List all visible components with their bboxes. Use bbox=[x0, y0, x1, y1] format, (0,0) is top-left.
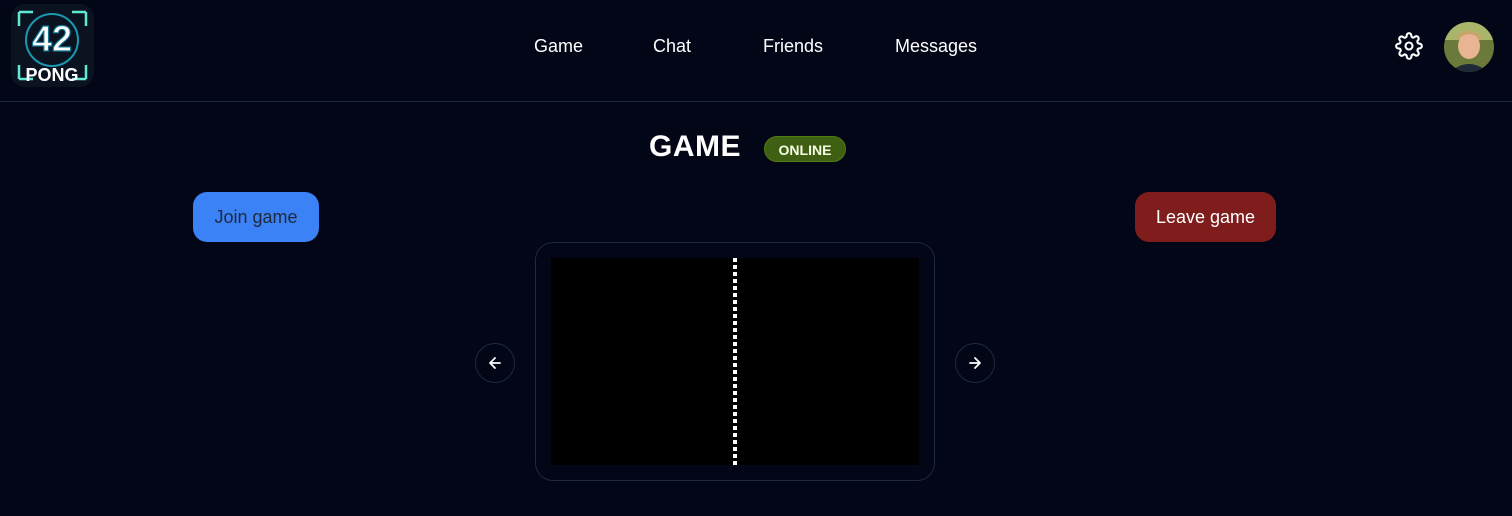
app-logo[interactable]: 42 PONG bbox=[11, 4, 94, 87]
top-navbar: 42 PONG Game Chat Friends Messages bbox=[0, 0, 1512, 102]
nav-chat[interactable]: Chat bbox=[653, 36, 691, 57]
nav-friends[interactable]: Friends bbox=[763, 36, 823, 57]
gear-icon[interactable] bbox=[1395, 32, 1423, 60]
nav-messages[interactable]: Messages bbox=[895, 36, 977, 57]
status-badge: ONLINE bbox=[764, 136, 846, 162]
page-title: GAME bbox=[649, 130, 741, 163]
nav-game[interactable]: Game bbox=[534, 36, 583, 57]
title-row: GAME ONLINE bbox=[0, 130, 1512, 170]
arrow-right-icon[interactable] bbox=[955, 343, 995, 383]
game-canvas[interactable] bbox=[551, 258, 919, 465]
join-game-button[interactable]: Join game bbox=[193, 192, 319, 242]
logo-text: PONG bbox=[25, 65, 78, 85]
leave-game-button[interactable]: Leave game bbox=[1135, 192, 1276, 242]
user-avatar[interactable] bbox=[1444, 22, 1494, 72]
logo-number: 42 bbox=[32, 18, 72, 59]
net-line bbox=[733, 258, 737, 465]
game-frame bbox=[535, 242, 935, 481]
arrow-left-icon[interactable] bbox=[475, 343, 515, 383]
